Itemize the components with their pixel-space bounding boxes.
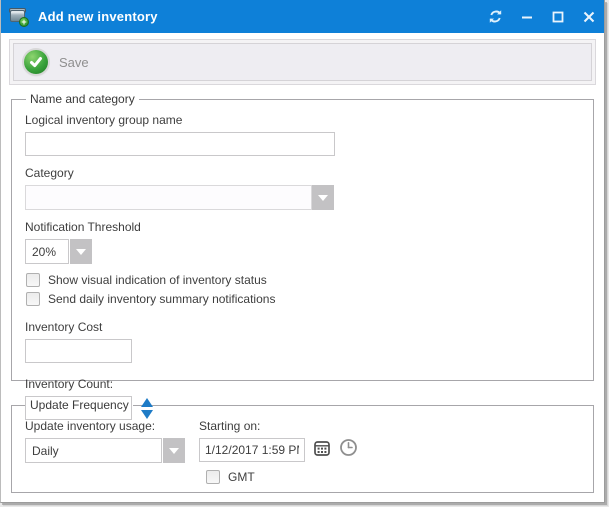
update-frequency-legend: Update Frequency xyxy=(26,398,133,412)
usage-column: Update inventory usage: Daily xyxy=(25,412,193,463)
daily-summary-label: Send daily inventory summary notificatio… xyxy=(48,292,275,306)
visual-indication-label: Show visual indication of inventory stat… xyxy=(48,273,267,287)
window-controls xyxy=(480,0,604,33)
minimize-button[interactable] xyxy=(511,0,542,33)
daily-summary-checkbox-row: Send daily inventory summary notificatio… xyxy=(26,292,583,306)
chevron-down-icon xyxy=(76,249,86,255)
update-frequency-group: Update Frequency Update inventory usage:… xyxy=(11,398,594,493)
add-inventory-dialog: + Add new inventory xyxy=(0,0,605,503)
category-dropdown-value xyxy=(25,185,312,210)
notification-threshold-dropdown-button[interactable] xyxy=(70,239,92,264)
inventory-cost-label: Inventory Cost xyxy=(25,320,583,334)
notification-threshold-label: Notification Threshold xyxy=(25,220,583,234)
minimize-icon xyxy=(521,11,533,23)
maximize-icon xyxy=(552,11,564,23)
group-name-input[interactable] xyxy=(25,132,335,156)
spinner-up-icon[interactable] xyxy=(141,398,153,407)
refresh-icon xyxy=(488,9,503,24)
update-usage-label: Update inventory usage: xyxy=(25,419,193,433)
calendar-icon xyxy=(313,439,331,462)
window-title: Add new inventory xyxy=(38,9,480,24)
save-button[interactable]: Save xyxy=(24,50,89,74)
update-usage-dropdown[interactable]: Daily xyxy=(25,438,193,463)
notification-threshold-value: 20% xyxy=(25,239,69,264)
category-label: Category xyxy=(25,166,583,180)
chevron-down-icon xyxy=(169,448,179,454)
inventory-count-label: Inventory Count: xyxy=(25,377,583,391)
starting-on-input[interactable] xyxy=(199,438,305,462)
update-usage-dropdown-button[interactable] xyxy=(163,438,185,463)
group-name-label: Logical inventory group name xyxy=(25,113,583,127)
inventory-cost-input[interactable] xyxy=(25,339,132,363)
titlebar[interactable]: + Add new inventory xyxy=(1,0,604,33)
visual-indication-checkbox-row: Show visual indication of inventory stat… xyxy=(26,273,583,287)
starting-on-row xyxy=(199,438,358,462)
toolbar-panel: Save xyxy=(13,43,592,81)
daily-summary-checkbox[interactable] xyxy=(26,292,40,306)
clock-icon xyxy=(339,438,358,462)
name-category-legend: Name and category xyxy=(26,92,139,106)
gmt-checkbox-row: GMT xyxy=(206,470,358,484)
update-frequency-columns: Update inventory usage: Daily Starting o… xyxy=(25,412,583,484)
save-check-icon xyxy=(24,50,48,74)
gmt-checkbox[interactable] xyxy=(206,470,220,484)
time-picker-button[interactable] xyxy=(339,438,358,462)
dialog-content: Name and category Logical inventory grou… xyxy=(1,92,604,493)
maximize-button[interactable] xyxy=(542,0,573,33)
toolbar: Save xyxy=(9,39,596,85)
category-dropdown-button[interactable] xyxy=(312,185,334,210)
name-category-group: Name and category Logical inventory grou… xyxy=(11,92,594,381)
category-dropdown[interactable] xyxy=(25,185,583,210)
notification-threshold-dropdown[interactable]: 20% xyxy=(25,239,583,264)
visual-indication-checkbox[interactable] xyxy=(26,273,40,287)
close-icon xyxy=(583,11,595,23)
chevron-down-icon xyxy=(318,195,328,201)
inventory-add-icon: + xyxy=(9,8,29,26)
refresh-button[interactable] xyxy=(480,0,511,33)
calendar-picker-button[interactable] xyxy=(313,439,331,462)
gmt-label: GMT xyxy=(228,470,255,484)
update-usage-value: Daily xyxy=(25,438,162,463)
starting-on-column: Starting on: xyxy=(199,412,358,484)
save-button-label: Save xyxy=(59,55,89,70)
close-button[interactable] xyxy=(573,0,604,33)
starting-on-label: Starting on: xyxy=(199,419,358,433)
